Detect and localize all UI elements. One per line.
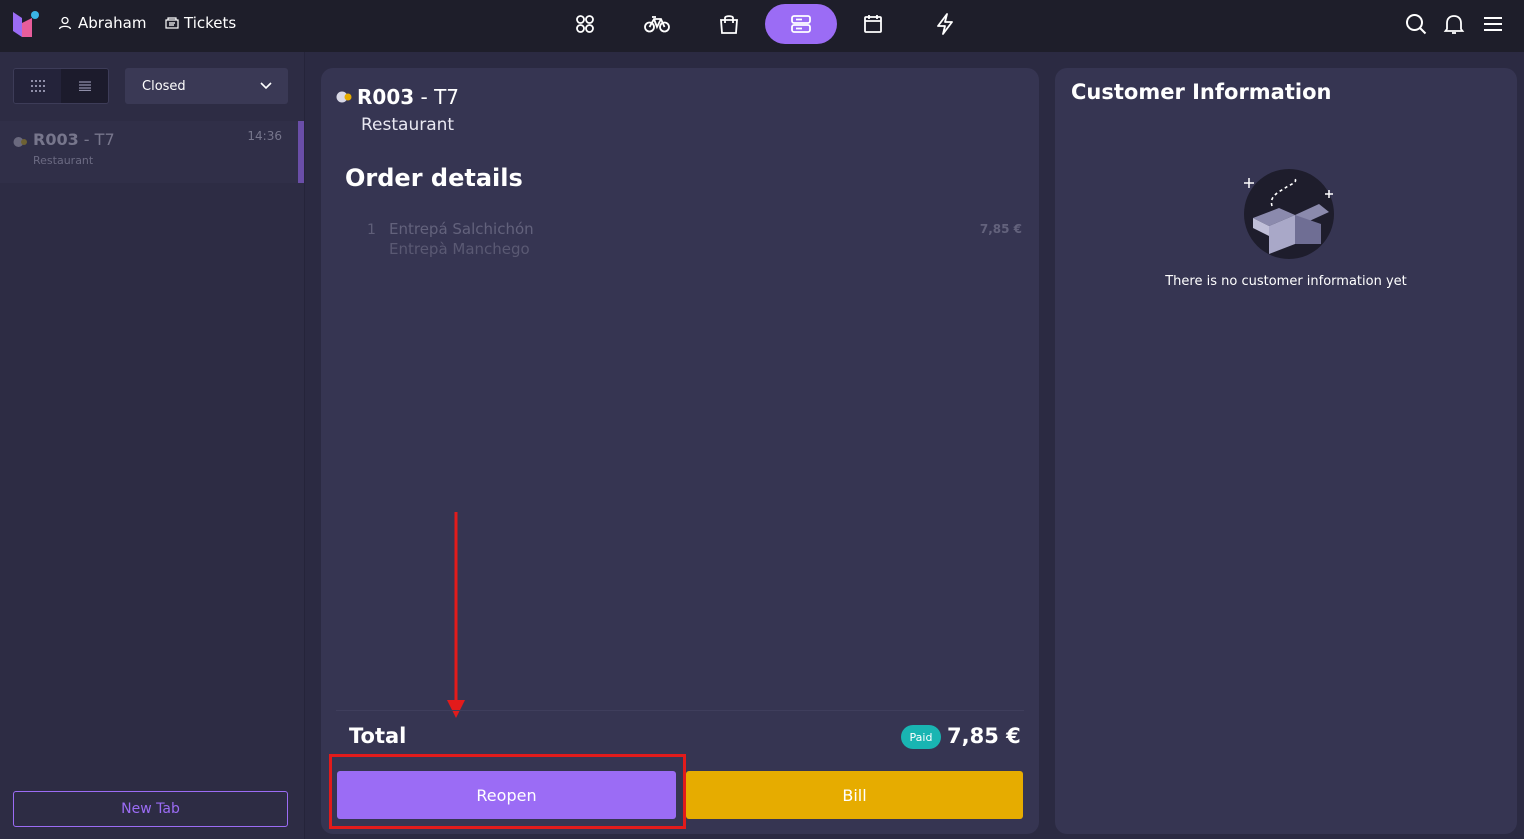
search-icon bbox=[1406, 14, 1427, 35]
list-view-button[interactable] bbox=[61, 69, 108, 103]
nav-delivery[interactable] bbox=[621, 4, 693, 44]
list-lines-icon bbox=[78, 81, 91, 91]
order-item[interactable]: 1 Entrepá Salchichón Entrepà Manchego 7,… bbox=[367, 220, 1022, 264]
bell-icon bbox=[1443, 15, 1465, 34]
shopping-bag-icon bbox=[720, 15, 738, 34]
user-name: Abraham bbox=[78, 14, 147, 32]
order-location: Restaurant bbox=[361, 115, 455, 135]
notifications-button[interactable] bbox=[1442, 12, 1466, 36]
nav-shop[interactable] bbox=[693, 4, 765, 44]
item-modifier: Entrepà Manchego bbox=[389, 240, 530, 258]
nav-calendar[interactable] bbox=[837, 4, 909, 44]
selected-indicator bbox=[298, 121, 304, 183]
customer-panel: Customer Information There is no custome… bbox=[1055, 68, 1517, 834]
item-quantity: 1 bbox=[367, 222, 376, 238]
menu-icon bbox=[1484, 17, 1502, 31]
calendar-icon bbox=[864, 15, 882, 33]
grid-view-button[interactable] bbox=[14, 69, 61, 103]
main-menu-button[interactable] bbox=[1481, 12, 1505, 36]
apps-icon bbox=[576, 15, 594, 33]
bill-button[interactable]: Bill bbox=[686, 771, 1023, 819]
view-toggle bbox=[13, 68, 109, 104]
ticket-code-line: R003 - T7 bbox=[33, 130, 115, 149]
nav-orders[interactable] bbox=[765, 4, 837, 44]
app-logo[interactable] bbox=[12, 9, 42, 39]
tickets-link[interactable]: Tickets bbox=[165, 14, 236, 32]
item-price: 7,85 € bbox=[979, 222, 1022, 236]
search-button[interactable] bbox=[1404, 12, 1428, 36]
ticket-time: 14:36 bbox=[247, 129, 282, 143]
new-tab-button[interactable]: New Tab bbox=[13, 791, 288, 827]
user-icon bbox=[58, 16, 72, 30]
tickets-label: Tickets bbox=[184, 14, 237, 32]
lightning-icon bbox=[937, 13, 953, 35]
empty-box-icon bbox=[1244, 169, 1334, 259]
order-code-line: R003 - T7 bbox=[357, 85, 460, 109]
status-dot-icon bbox=[13, 137, 27, 147]
status-dot-icon bbox=[336, 91, 352, 103]
order-details-title: Order details bbox=[345, 164, 523, 192]
server-icon bbox=[791, 15, 811, 33]
reopen-button[interactable]: Reopen bbox=[337, 771, 676, 819]
total-divider bbox=[336, 710, 1024, 711]
item-name: Entrepá Salchichón bbox=[389, 220, 534, 238]
bicycle-icon bbox=[644, 16, 670, 33]
total-amount: 7,85 € bbox=[947, 724, 1021, 748]
ticket-icon bbox=[165, 17, 179, 29]
grid-dots-icon bbox=[30, 80, 45, 92]
status-filter-value: Closed bbox=[142, 78, 186, 94]
order-panel: R003 - T7 Restaurant Order details 1 Ent… bbox=[321, 68, 1039, 834]
nav-apps[interactable] bbox=[549, 4, 621, 44]
ticket-list-item[interactable]: R003 - T7 Restaurant 14:36 bbox=[0, 121, 304, 183]
chevron-down-icon bbox=[260, 82, 272, 90]
nav-quick-actions[interactable] bbox=[909, 4, 981, 44]
paid-badge: Paid bbox=[901, 725, 941, 749]
user-menu[interactable]: Abraham bbox=[58, 14, 146, 32]
ticket-location: Restaurant bbox=[33, 154, 94, 167]
total-label: Total bbox=[349, 724, 407, 748]
status-filter-select[interactable]: Closed bbox=[125, 68, 288, 104]
tickets-sidebar: Closed R003 - T7 Restaurant 14:36 New Ta… bbox=[0, 52, 305, 839]
top-bar: Abraham Tickets bbox=[0, 0, 1524, 52]
no-customer-message: There is no customer information yet bbox=[1165, 274, 1407, 289]
annotation-arrow bbox=[447, 512, 465, 718]
customer-info-title: Customer Information bbox=[1071, 80, 1332, 104]
